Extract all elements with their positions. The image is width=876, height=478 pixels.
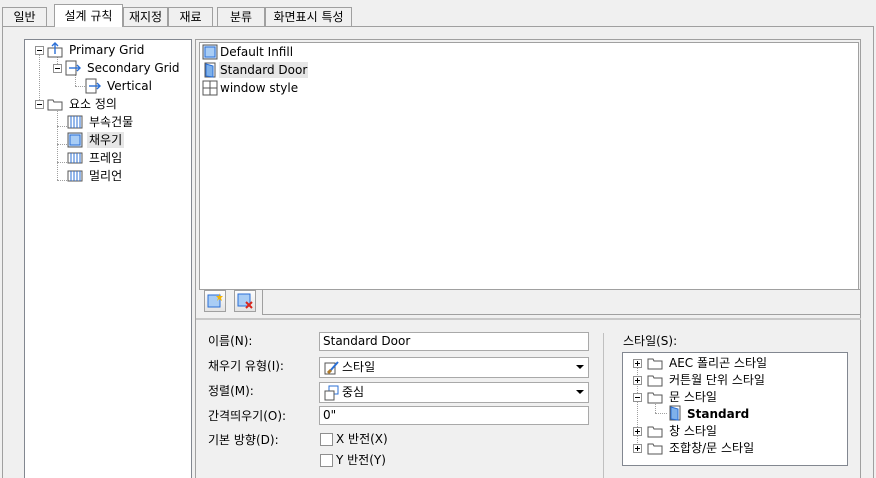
folder-icon	[647, 375, 663, 387]
delete-infill-button[interactable]	[234, 290, 256, 312]
folder-icon	[647, 392, 663, 404]
splitter[interactable]	[196, 318, 861, 320]
style-label: 스타일(S):	[623, 334, 678, 348]
tab-overrides[interactable]: 재지정	[123, 7, 168, 26]
infill-type-select[interactable]: 스타일	[319, 357, 589, 378]
folder-icon	[647, 443, 663, 455]
alignment-select[interactable]: 중심	[319, 382, 589, 403]
tree-item-primary-grid[interactable]: Primary Grid	[69, 42, 144, 58]
tree-line	[57, 126, 67, 127]
style-tree[interactable]: AEC 폴리곤 스타일 커튼월 단위 스타일 문 스타일 Standard 창 …	[622, 352, 848, 466]
expand-toggle[interactable]	[633, 427, 642, 436]
style-tree-item-1[interactable]: 커튼월 단위 스타일	[669, 372, 765, 388]
spacing-label: 간격띄우기(O):	[208, 409, 287, 423]
collapse-toggle[interactable]	[35, 100, 44, 109]
tree-item-elements-0[interactable]: 부속건물	[89, 114, 133, 130]
style-tree-item-4[interactable]: 창 스타일	[669, 423, 717, 439]
tree-item-element-definitions[interactable]: 요소 정의	[69, 96, 117, 112]
style-tree-item-0[interactable]: AEC 폴리곤 스타일	[669, 355, 767, 371]
name-field[interactable]: Standard Door	[319, 332, 589, 351]
tree-item-vertical[interactable]: Vertical	[107, 78, 152, 94]
tree-line	[655, 413, 667, 414]
style-tree-item-3[interactable]: Standard	[687, 406, 749, 422]
infill-type-value: 스타일	[342, 360, 376, 374]
orientation-label: 기본 방향(D):	[208, 433, 279, 447]
tree-item-elements-2[interactable]: 프레임	[89, 150, 122, 166]
expand-toggle[interactable]	[633, 376, 642, 385]
grid-tree-panel: Primary Grid Secondary Grid Vertical 요소 …	[24, 39, 192, 478]
folder-icon	[647, 358, 663, 370]
folder-icon	[647, 426, 663, 438]
new-infill-button[interactable]	[204, 290, 226, 312]
door-icon	[204, 62, 216, 78]
tree-line	[57, 180, 67, 181]
list-item[interactable]: Standard Door	[219, 62, 309, 78]
new-infill-icon	[207, 293, 223, 308]
tree-item-elements-1[interactable]: 채우기	[87, 132, 125, 148]
style-tree-item-2[interactable]: 문 스타일	[669, 389, 717, 405]
tree-line	[57, 144, 67, 145]
center-align-icon	[324, 385, 339, 401]
grid-axis-icon	[85, 78, 101, 94]
expand-toggle[interactable]	[633, 359, 642, 368]
tree-line	[75, 86, 85, 87]
grid-axis-icon	[47, 42, 63, 58]
list-item[interactable]: window style	[220, 80, 298, 96]
alignment-value: 중심	[342, 385, 365, 399]
infill-icon	[67, 132, 83, 148]
alignment-label: 정렬(M):	[208, 384, 254, 398]
delete-infill-icon	[237, 293, 253, 309]
grid-axis-icon	[65, 60, 81, 76]
mullion-icon	[67, 170, 83, 182]
name-label: 이름(N):	[208, 334, 253, 348]
collapse-toggle[interactable]	[35, 46, 44, 55]
tree-line	[57, 162, 67, 163]
flip-y-checkbox[interactable]	[320, 454, 333, 467]
infill-list[interactable]: Default Infill Standard Door window styl…	[199, 42, 859, 290]
chevron-down-icon	[576, 365, 584, 369]
style-brush-icon	[324, 361, 339, 375]
flip-x-checkbox[interactable]	[320, 433, 333, 446]
tab-general[interactable]: 일반	[2, 7, 47, 26]
tree-item-secondary-grid[interactable]: Secondary Grid	[87, 60, 180, 76]
tab-materials[interactable]: 재료	[168, 7, 213, 26]
tab-display-properties[interactable]: 화면표시 특성	[265, 7, 352, 26]
infill-icon	[202, 44, 218, 60]
flip-y-label: Y 반전(Y)	[336, 453, 386, 467]
infill-type-label: 채우기 유형(I):	[208, 359, 284, 373]
chevron-down-icon	[576, 390, 584, 394]
window-icon	[202, 80, 218, 96]
collapse-toggle[interactable]	[53, 64, 62, 73]
collapse-toggle[interactable]	[633, 393, 642, 402]
frame-icon	[67, 152, 83, 164]
spacing-field[interactable]: 0"	[319, 406, 589, 425]
accessory-element-icon	[67, 115, 83, 129]
tab-classifications[interactable]: 분류	[217, 7, 265, 26]
list-item[interactable]: Default Infill	[220, 44, 293, 60]
style-tree-item-5[interactable]: 조합창/문 스타일	[669, 440, 754, 456]
separator	[603, 333, 604, 478]
tab-design-rules[interactable]: 설계 규칙	[54, 4, 123, 27]
folder-icon	[47, 99, 63, 111]
toolbar-strip	[262, 289, 860, 315]
expand-toggle[interactable]	[633, 444, 642, 453]
tree-item-elements-3[interactable]: 멀리언	[89, 168, 122, 184]
flip-x-label: X 반전(X)	[336, 432, 388, 446]
door-icon	[669, 405, 681, 421]
